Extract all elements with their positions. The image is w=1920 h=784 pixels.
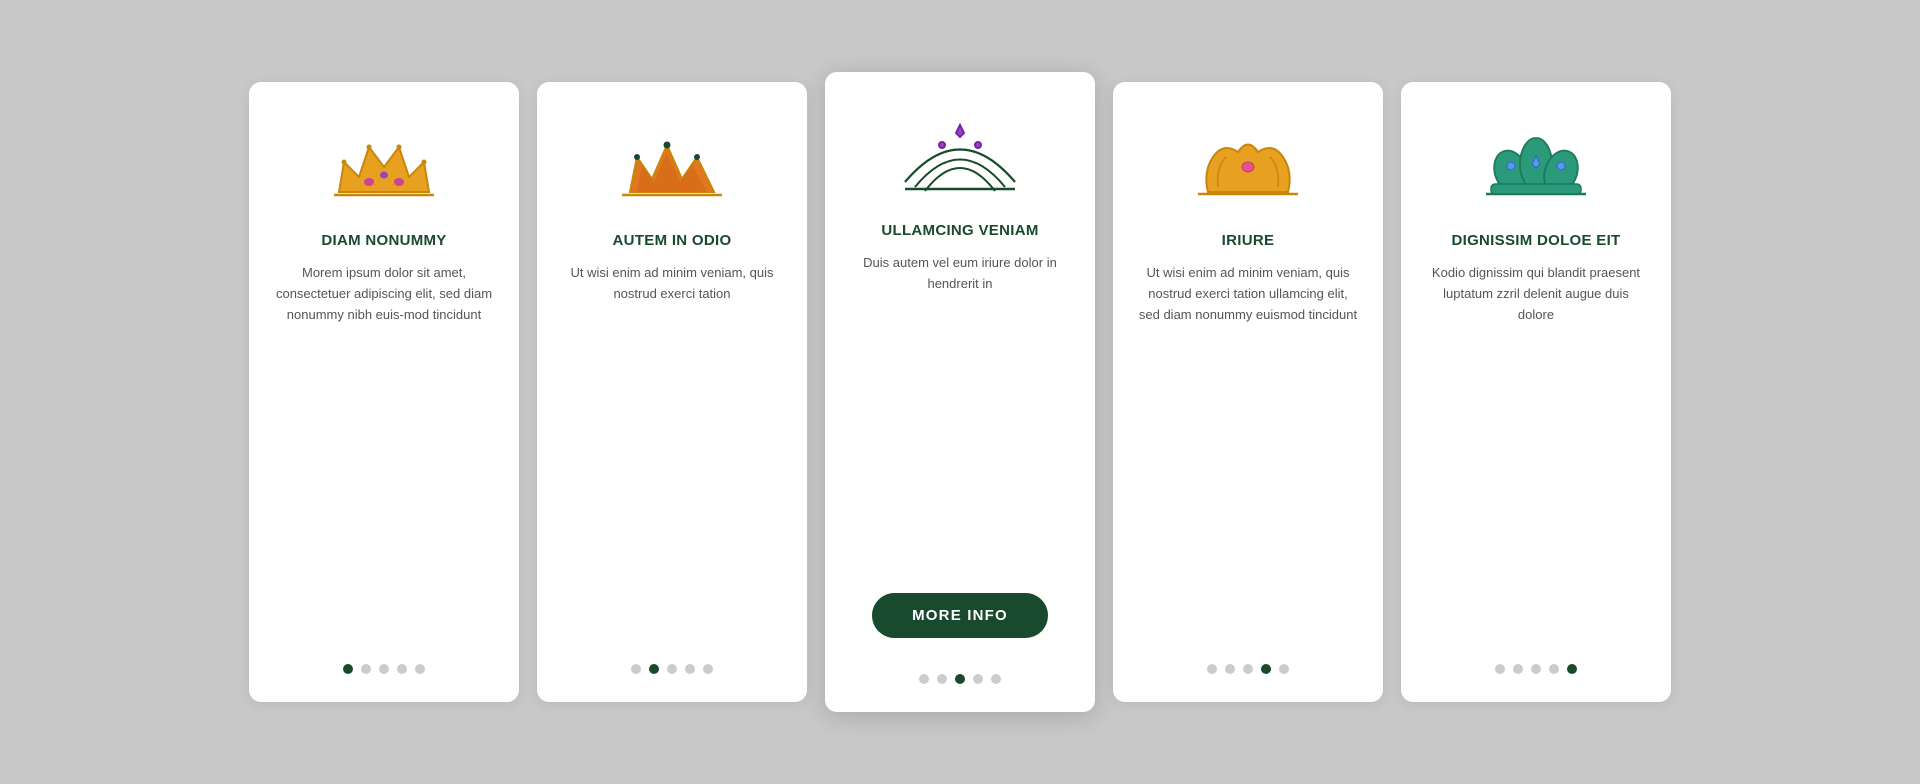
- card-4: IRIURE Ut wisi enim ad minim veniam, qui…: [1113, 82, 1383, 702]
- crown-orange-icon: [607, 112, 737, 222]
- dot: [991, 674, 1001, 684]
- dot: [1495, 664, 1505, 674]
- dot: [415, 664, 425, 674]
- dot: [343, 664, 353, 674]
- dot: [397, 664, 407, 674]
- card-3-dots: [919, 674, 1001, 684]
- card-5-text: Kodio dignissim qui blandit praesent lup…: [1425, 263, 1647, 646]
- dot: [1261, 664, 1271, 674]
- dot: [1531, 664, 1541, 674]
- card-2: AUTEM IN ODIO Ut wisi enim ad minim veni…: [537, 82, 807, 702]
- card-2-dots: [631, 664, 713, 674]
- dot: [685, 664, 695, 674]
- card-3-text: Duis autem vel eum iriure dolor in hendr…: [849, 253, 1071, 575]
- dot: [919, 674, 929, 684]
- card-1-dots: [343, 664, 425, 674]
- dot: [631, 664, 641, 674]
- card-5-title: DIGNISSIM DOLOE EIT: [1451, 232, 1620, 249]
- dot: [379, 664, 389, 674]
- dot: [361, 664, 371, 674]
- card-4-dots: [1207, 664, 1289, 674]
- card-1-text: Morem ipsum dolor sit amet, consectetuer…: [273, 263, 495, 646]
- crown-gold-leaf-icon: [1183, 112, 1313, 222]
- card-4-text: Ut wisi enim ad minim veniam, quis nostr…: [1137, 263, 1359, 646]
- dot: [1243, 664, 1253, 674]
- card-4-title: IRIURE: [1222, 232, 1275, 249]
- dot: [1225, 664, 1235, 674]
- card-5: DIGNISSIM DOLOE EIT Kodio dignissim qui …: [1401, 82, 1671, 702]
- dot: [1567, 664, 1577, 674]
- dot: [955, 674, 965, 684]
- dot: [1279, 664, 1289, 674]
- card-1-title: DIAM NONUMMY: [321, 232, 446, 249]
- crown-teal-icon: [1471, 112, 1601, 222]
- card-2-text: Ut wisi enim ad minim veniam, quis nostr…: [561, 263, 783, 646]
- dot: [703, 664, 713, 674]
- card-5-dots: [1495, 664, 1577, 674]
- dot: [1207, 664, 1217, 674]
- cards-container: DIAM NONUMMY Morem ipsum dolor sit amet,…: [189, 32, 1731, 752]
- crown-gold-gems-icon: [319, 112, 449, 222]
- card-3-title: ULLAMCING VENIAM: [881, 222, 1038, 239]
- card-1: DIAM NONUMMY Morem ipsum dolor sit amet,…: [249, 82, 519, 702]
- dot: [973, 674, 983, 684]
- card-2-title: AUTEM IN ODIO: [613, 232, 732, 249]
- dot: [937, 674, 947, 684]
- dot: [1549, 664, 1559, 674]
- dot: [649, 664, 659, 674]
- more-info-button[interactable]: MORE INFO: [872, 593, 1048, 638]
- dot: [1513, 664, 1523, 674]
- card-3: ULLAMCING VENIAM Duis autem vel eum iriu…: [825, 72, 1095, 712]
- dot: [667, 664, 677, 674]
- tiara-purple-icon: [895, 102, 1025, 212]
